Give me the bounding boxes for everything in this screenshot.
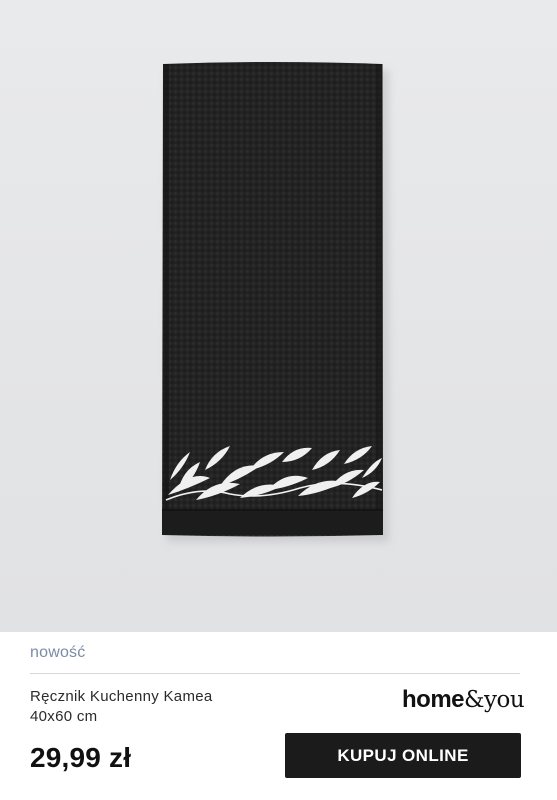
- brand-logo-and-you: &you: [464, 687, 525, 713]
- product-size: 40x60 cm: [30, 708, 98, 725]
- towel-hem: [162, 510, 383, 535]
- product-title[interactable]: Ręcznik Kuchenny Kamea 40x60 cm: [30, 687, 290, 727]
- towel-illustration: [162, 62, 389, 542]
- product-price: 29,99 zł: [30, 742, 132, 773]
- brand-logo[interactable]: home&you: [402, 686, 525, 714]
- new-badge: nowość: [30, 644, 86, 661]
- buy-online-button[interactable]: KUPUJ ONLINE: [285, 733, 521, 778]
- product-card[interactable]: nowość Ręcznik Kuchenny Kamea 40x60 cm h…: [0, 0, 557, 800]
- divider: [30, 673, 520, 674]
- product-image[interactable]: [0, 0, 557, 632]
- product-name: Ręcznik Kuchenny Kamea: [30, 688, 213, 705]
- brand-logo-home: home: [402, 686, 465, 713]
